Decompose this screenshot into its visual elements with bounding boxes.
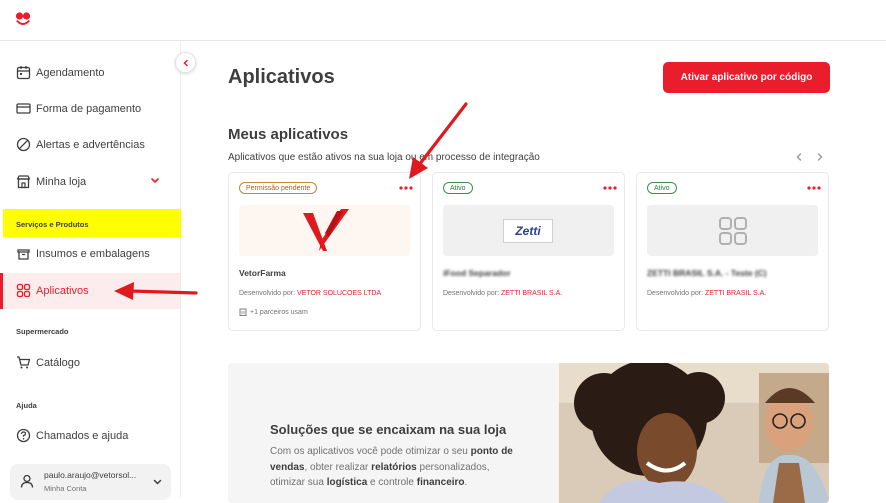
app-developer: Desenvolvido por: ZETTI BRASIL S.A. [647, 290, 766, 297]
promo-people-photo [559, 363, 829, 503]
promo-text-part: , obter realizar [304, 461, 372, 473]
partners-count: +1 parceiros usam [239, 308, 308, 316]
cart-icon [17, 356, 31, 369]
developer-label: Desenvolvido por: [239, 290, 296, 297]
chevron-left-icon[interactable] [794, 152, 804, 162]
main-content: Aplicativos Ativar aplicativo por código… [181, 41, 886, 503]
top-bar [0, 0, 886, 41]
sidebar-item-chamados[interactable]: Chamados e ajuda [0, 418, 180, 454]
collapse-sidebar-button[interactable] [175, 52, 196, 73]
building-icon [239, 308, 247, 316]
developer-name[interactable]: ZETTI BRASIL S.A. [705, 290, 766, 297]
sidebar-item-label: Agendamento [36, 67, 105, 79]
chevron-left-icon [183, 59, 188, 67]
app-name: ZETTI BRASIL S.A. - Teste (C) [647, 268, 767, 278]
promo-text-bold: logística [326, 477, 368, 488]
section-title-supermercado: Supermercado [16, 327, 69, 336]
status-badge: Ativo [647, 182, 677, 194]
sidebar-item-label: Forma de pagamento [36, 103, 142, 115]
app-name: iFood Separador [443, 268, 511, 278]
user-account-menu[interactable]: paulo.araujo@vetorsol... Minha Conta [10, 464, 171, 500]
promo-banner: Soluções que se encaixam na sua loja Com… [228, 363, 829, 503]
prohibited-icon [16, 137, 31, 152]
more-options-icon[interactable] [399, 186, 413, 190]
app-card-vetorfarma[interactable]: Permissão pendente VetorFarma Desenvolvi… [228, 172, 421, 331]
sidebar-item-insumos[interactable]: Insumos e embalagens [0, 236, 180, 272]
ifood-logo-icon[interactable] [14, 11, 32, 29]
app-card-zetti-teste[interactable]: Ativo ZETTI BRASIL S.A. - Teste (C) Dese… [636, 172, 829, 331]
sidebar-item-label: Alertas e advertências [36, 139, 145, 151]
developer-label: Desenvolvido por: [443, 290, 500, 297]
sidebar-item-catalogo[interactable]: Catálogo [0, 345, 180, 381]
partners-label: +1 parceiros usam [250, 308, 308, 316]
section-title-servicos: Serviços e Produtos [16, 220, 89, 229]
app-developer: Desenvolvido por: VETOR SOLUCOES LTDA [239, 290, 381, 297]
promo-text-part: . [464, 477, 468, 488]
app-thumbnail [239, 205, 410, 256]
promo-title: Soluções que se encaixam na sua loja [270, 422, 507, 437]
promo-text-bold: financeiro [416, 477, 465, 488]
chevron-right-icon[interactable] [815, 152, 825, 162]
promo-text-part: e controle [367, 477, 417, 488]
section-title-ajuda: Ajuda [16, 401, 37, 410]
developer-label: Desenvolvido por: [647, 290, 704, 297]
vetor-logo-icon [303, 209, 349, 251]
promo-text-bold: relatórios [371, 461, 417, 473]
app-thumbnail: Zetti [443, 205, 614, 256]
more-options-icon[interactable] [603, 186, 617, 190]
user-icon [20, 474, 34, 488]
package-icon [17, 249, 30, 260]
calendar-icon [16, 66, 31, 80]
developer-name[interactable]: VETOR SOLUCOES LTDA [297, 290, 381, 297]
my-apps-subtitle: Aplicativos que estão ativos na sua loja… [228, 152, 540, 163]
sidebar-item-label: Minha loja [36, 176, 87, 188]
chevron-down-icon [153, 479, 162, 485]
store-icon [16, 175, 31, 189]
payment-card-icon [16, 103, 31, 114]
sidebar-item-forma-de-pagamento[interactable]: Forma de pagamento [0, 91, 180, 127]
sidebar-item-label: Catálogo [36, 357, 81, 369]
sidebar-item-alertas[interactable]: Alertas e advertências [0, 127, 180, 163]
app-card-ifood-separador[interactable]: Ativo Zetti iFood Separador Desenvolvido… [432, 172, 625, 331]
sidebar: Agendamento Forma de pagamento Alertas e… [0, 41, 181, 500]
sidebar-item-aplicativos[interactable]: Aplicativos [0, 273, 180, 309]
promo-text-part: Com os aplicativos você pode otimizar o … [270, 446, 471, 457]
sidebar-item-minha-loja[interactable]: Minha loja [0, 164, 180, 200]
sidebar-item-label: Insumos e embalagens [36, 248, 150, 260]
activate-app-by-code-button[interactable]: Ativar aplicativo por código [663, 62, 830, 93]
user-account-label: Minha Conta [44, 484, 87, 493]
status-badge: Ativo [443, 182, 473, 194]
app-thumbnail [647, 205, 818, 256]
promo-text: Com os aplicativos você pode otimizar o … [270, 444, 525, 491]
apps-grid-icon [16, 283, 31, 298]
page-title: Aplicativos [228, 66, 335, 88]
apps-placeholder-icon [719, 217, 747, 245]
sidebar-item-agendamento[interactable]: Agendamento [0, 55, 180, 91]
sidebar-item-label: Chamados e ajuda [36, 430, 129, 442]
chevron-down-icon[interactable] [150, 177, 160, 185]
app-developer: Desenvolvido por: ZETTI BRASIL S.A. [443, 290, 562, 297]
more-options-icon[interactable] [807, 186, 821, 190]
help-circle-icon [16, 428, 31, 443]
status-badge: Permissão pendente [239, 182, 318, 194]
zetti-logo: Zetti [503, 219, 553, 243]
user-email: paulo.araujo@vetorsol... [44, 470, 137, 480]
developer-name[interactable]: ZETTI BRASIL S.A. [501, 290, 562, 297]
my-apps-title: Meus aplicativos [228, 126, 349, 143]
sidebar-item-label: Aplicativos [36, 285, 89, 297]
app-name: VetorFarma [239, 268, 286, 278]
